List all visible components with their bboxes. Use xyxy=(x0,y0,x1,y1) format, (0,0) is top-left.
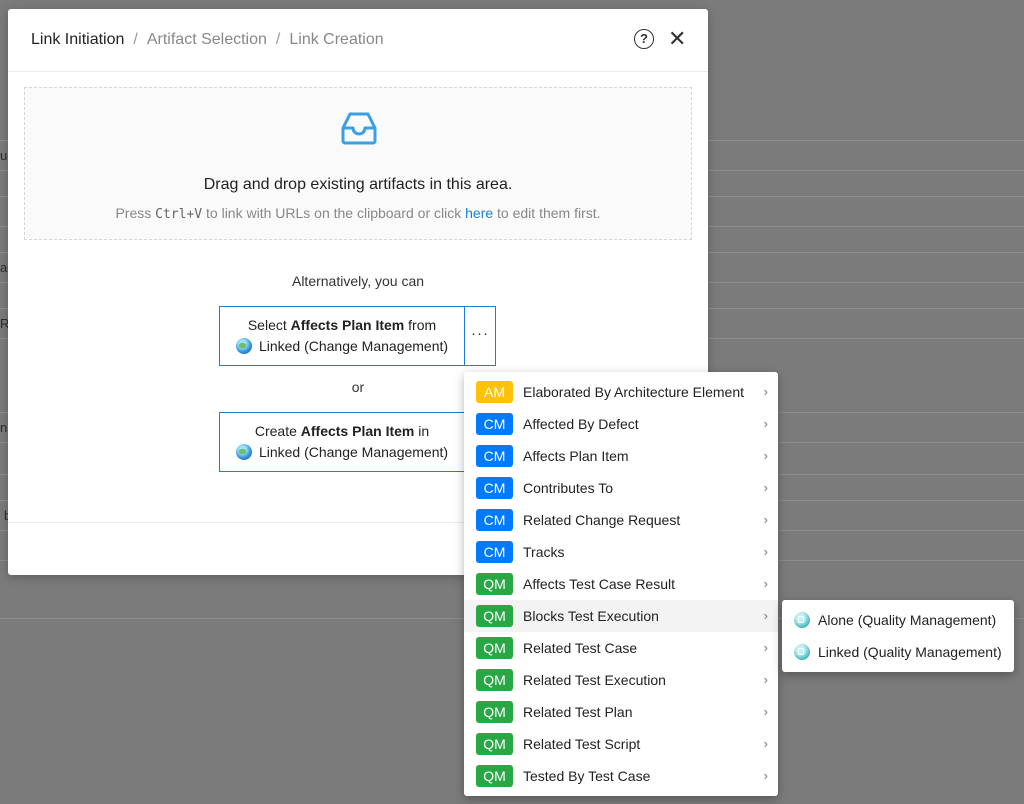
chevron-right-icon: › xyxy=(763,640,768,655)
chevron-right-icon: › xyxy=(763,544,768,559)
domain-badge: QM xyxy=(476,669,513,691)
domain-badge: AM xyxy=(476,381,513,403)
domain-badge: CM xyxy=(476,477,513,499)
menu-item-label: Blocks Test Execution xyxy=(523,608,659,624)
chevron-right-icon: › xyxy=(763,768,768,783)
menu-item[interactable]: QM Related Test Execution › xyxy=(464,664,778,696)
breadcrumb: Link Initiation / Artifact Selection / Link … xyxy=(31,31,384,49)
menu-item-label: Contributes To xyxy=(523,480,614,496)
globe-icon xyxy=(235,338,252,354)
chevron-right-icon: › xyxy=(763,672,768,687)
chevron-right-icon: › xyxy=(763,576,768,591)
domain-badge: CM xyxy=(476,541,513,563)
crumb-link-initiation[interactable]: Link Initiation xyxy=(31,31,124,48)
edit-urls-link[interactable]: here xyxy=(465,205,493,221)
domain-badge: QM xyxy=(476,701,513,723)
globe-icon xyxy=(235,444,252,460)
menu-item[interactable]: QM Related Test Plan › xyxy=(464,696,778,728)
quality-management-provider-icon xyxy=(794,612,810,628)
chevron-right-icon: › xyxy=(763,608,768,623)
menu-item[interactable]: QM Tested By Test Case › xyxy=(464,760,778,792)
chevron-right-icon: › xyxy=(763,448,768,463)
menu-item[interactable]: CM Related Change Request › xyxy=(464,504,778,536)
menu-item-label: Elaborated By Architecture Element xyxy=(523,384,745,400)
close-icon[interactable]: ✕ xyxy=(668,26,686,52)
drop-zone[interactable]: Drag and drop existing artifacts in this… xyxy=(24,87,692,240)
dialog-header: Link Initiation / Artifact Selection / Link … xyxy=(8,9,708,72)
menu-item-label: Affected By Defect xyxy=(523,416,639,432)
inbox-icon xyxy=(341,112,377,145)
menu-item[interactable]: QM Blocks Test Execution › xyxy=(464,600,778,632)
menu-item[interactable]: QM Affects Test Case Result › xyxy=(464,568,778,600)
keyboard-shortcut: Ctrl+V xyxy=(155,207,203,222)
crumb-artifact-selection[interactable]: Artifact Selection xyxy=(147,31,267,48)
menu-item[interactable]: CM Affected By Defect › xyxy=(464,408,778,440)
menu-item-label: Tracks xyxy=(523,544,565,560)
menu-item[interactable]: CM Contributes To › xyxy=(464,472,778,504)
menu-item[interactable]: CM Affects Plan Item › xyxy=(464,440,778,472)
domain-badge: QM xyxy=(476,733,513,755)
alternatively-text: Alternatively, you can xyxy=(291,273,425,289)
menu-item[interactable]: QM Related Test Script › xyxy=(464,728,778,760)
select-artifact-button[interactable]: Select Affects Plan Item from Linked (Ch… xyxy=(219,306,465,366)
menu-item-label: Related Test Execution xyxy=(523,672,666,688)
question-circle-icon[interactable]: ? xyxy=(634,29,654,49)
create-artifact-button[interactable]: Create Affects Plan Item in Linked (Chan… xyxy=(219,412,465,472)
chevron-right-icon: › xyxy=(763,480,768,495)
submenu-item[interactable]: Linked (Quality Management) xyxy=(782,636,1014,668)
domain-badge: CM xyxy=(476,509,513,531)
drop-hint: Press Ctrl+V to link with URLs on the cl… xyxy=(115,205,601,222)
domain-badge: QM xyxy=(476,765,513,787)
chevron-right-icon: › xyxy=(763,704,768,719)
submenu-item-label: Linked (Quality Management) xyxy=(818,644,1002,660)
chevron-right-icon: › xyxy=(763,416,768,431)
crumb-link-creation[interactable]: Link Creation xyxy=(289,31,383,48)
menu-item-label: Related Change Request xyxy=(523,512,681,528)
menu-item-label: Related Test Plan xyxy=(523,704,633,720)
link-type-menu: AM Elaborated By Architecture Element › CM A… xyxy=(464,372,778,796)
chevron-right-icon: › xyxy=(763,512,768,527)
crumb-separator: / xyxy=(275,31,281,48)
submenu-item[interactable]: Alone (Quality Management) xyxy=(782,604,1014,636)
domain-badge: QM xyxy=(476,637,513,659)
menu-item-label: Affects Plan Item xyxy=(523,448,629,464)
domain-badge: QM xyxy=(476,573,513,595)
quality-management-provider-icon xyxy=(794,644,810,660)
domain-badge: QM xyxy=(476,605,513,627)
chevron-right-icon: › xyxy=(763,384,768,399)
crumb-separator: / xyxy=(133,31,138,48)
drop-title: Drag and drop existing artifacts in this… xyxy=(203,176,513,193)
provider-submenu: Alone (Quality Management) Linked (Qualit… xyxy=(782,600,1014,672)
menu-item[interactable]: CM Tracks › xyxy=(464,536,778,568)
menu-item-label: Related Test Script xyxy=(523,736,641,752)
domain-badge: CM xyxy=(476,413,513,435)
menu-item-label: Tested By Test Case xyxy=(523,768,651,784)
chevron-right-icon: › xyxy=(763,736,768,751)
more-options-button[interactable]: ··· xyxy=(464,306,496,366)
menu-item[interactable]: AM Elaborated By Architecture Element › xyxy=(464,376,778,408)
domain-badge: CM xyxy=(476,445,513,467)
menu-item-label: Affects Test Case Result xyxy=(523,576,675,592)
menu-item-label: Related Test Case xyxy=(523,640,638,656)
menu-item[interactable]: QM Related Test Case › xyxy=(464,632,778,664)
submenu-item-label: Alone (Quality Management) xyxy=(818,612,997,628)
